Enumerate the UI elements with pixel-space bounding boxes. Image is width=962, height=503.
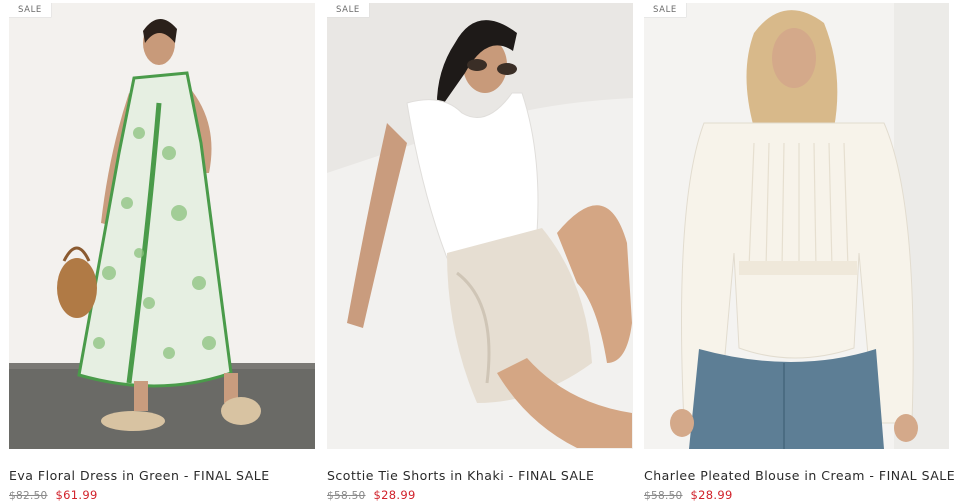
sale-badge: SALE bbox=[9, 3, 51, 17]
product-title[interactable]: Charlee Pleated Blouse in Cream - FINAL … bbox=[644, 468, 955, 483]
sale-badge: SALE bbox=[644, 3, 686, 17]
price-row: $58.50 $28.99 bbox=[327, 484, 416, 503]
product-photo bbox=[9, 3, 315, 449]
sale-price: $28.99 bbox=[690, 488, 733, 502]
price-row: $82.50 $61.99 bbox=[9, 484, 98, 503]
sale-price: $28.99 bbox=[373, 488, 416, 502]
original-price: $58.50 bbox=[327, 490, 366, 502]
product-grid: SALE Eva Floral Dress in Green - FINAL S… bbox=[0, 0, 962, 503]
product-card: SALE Eva Floral Dress in Green - FINAL S… bbox=[9, 0, 315, 503]
product-title[interactable]: Scottie Tie Shorts in Khaki - FINAL SALE bbox=[327, 468, 633, 483]
product-photo bbox=[644, 3, 949, 449]
product-photo bbox=[327, 3, 633, 449]
price-row: $58.50 $28.99 bbox=[644, 484, 733, 503]
sale-badge: SALE bbox=[327, 3, 369, 17]
product-card: SALE Charlee Pleated Blouse in Cream - F… bbox=[644, 0, 955, 503]
product-image-link[interactable]: SALE bbox=[9, 3, 315, 449]
product-card: SALE Scottie Tie Shorts in Khaki - FINAL… bbox=[327, 0, 633, 503]
product-image-link[interactable]: SALE bbox=[644, 3, 949, 449]
product-title[interactable]: Eva Floral Dress in Green - FINAL SALE bbox=[9, 468, 315, 483]
original-price: $58.50 bbox=[644, 490, 683, 502]
product-image-link[interactable]: SALE bbox=[327, 3, 633, 449]
sale-price: $61.99 bbox=[55, 488, 98, 502]
original-price: $82.50 bbox=[9, 490, 48, 502]
